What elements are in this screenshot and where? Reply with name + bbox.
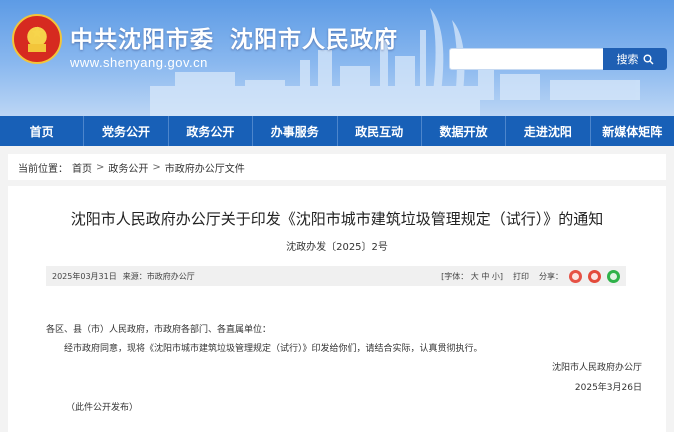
breadcrumb-separator: >	[96, 161, 105, 173]
star-icon: ★	[30, 23, 45, 42]
salutation: 各区、县（市）人民政府，市政府各部门、各直属单位：	[46, 325, 272, 335]
breadcrumb-label: 当前位置：	[18, 163, 68, 175]
emblem-gate-shape	[28, 44, 46, 52]
main-nav: 首页 党务公开 政务公开 办事服务 政民互动 数据开放 走进沈阳 新媒体矩阵	[0, 116, 674, 146]
article-panel: 沈阳市人民政府办公厅关于印发《沈阳市城市建筑垃圾管理规定（试行）》的通知 沈政办…	[8, 186, 666, 432]
site-title: 中共沈阳市委 沈阳市人民政府	[70, 20, 398, 54]
breadcrumb-link-home[interactable]: 首页	[72, 160, 92, 175]
article-title: 沈阳市人民政府办公厅关于印发《沈阳市城市建筑垃圾管理规定（试行）》的通知	[70, 210, 604, 228]
nav-item-home[interactable]: 首页	[0, 116, 85, 146]
nav-item-party-affairs[interactable]: 党务公开	[84, 116, 169, 146]
breadcrumb-link-office-documents[interactable]: 市政府办公厅文件	[165, 160, 245, 175]
publication-note: （此件公开发布）	[66, 403, 139, 413]
issuer-signature: 沈阳市人民政府办公厅	[551, 363, 642, 373]
nav-item-government-affairs[interactable]: 政务公开	[169, 116, 254, 146]
share-qzone-icon[interactable]	[569, 269, 582, 283]
font-size-label: [字体：	[441, 271, 469, 281]
nav-item-interaction[interactable]: 政民互动	[338, 116, 422, 146]
font-size-large-button[interactable]: 大	[471, 272, 479, 281]
nav-item-services[interactable]: 办事服务	[253, 116, 338, 146]
font-size-controls: [字体： 大 中 小]	[441, 271, 503, 282]
site-title-gov: 沈阳市人民政府	[230, 27, 398, 53]
search-icon	[643, 54, 653, 64]
site-url: www.shenyang.gov.cn	[70, 55, 208, 70]
site-header: ★ 中共沈阳市委 沈阳市人民政府 www.shenyang.gov.cn 搜索	[0, 0, 674, 116]
nav-item-new-media[interactable]: 新媒体矩阵	[591, 116, 674, 146]
font-size-medium-button[interactable]: 中	[481, 272, 489, 281]
search-button[interactable]: 搜索	[603, 48, 667, 70]
national-emblem-logo: ★	[12, 14, 62, 64]
signature-date: 2025年3月26日	[574, 383, 642, 393]
nav-item-about-shenyang[interactable]: 走进沈阳	[506, 116, 591, 146]
share-label: 分享：	[539, 271, 563, 281]
site-title-party: 中共沈阳市委	[70, 27, 214, 53]
search-input[interactable]	[449, 48, 609, 70]
breadcrumb-link-government-affairs[interactable]: 政务公开	[108, 160, 148, 175]
nav-item-open-data[interactable]: 数据开放	[422, 116, 507, 146]
print-button[interactable]: 打印	[513, 271, 529, 282]
document-number: 沈政办发〔2025〕2号	[286, 242, 388, 253]
breadcrumb-separator: >	[152, 161, 161, 173]
article-meta-bar: 2025年03月31日 来源：市政府办公厅 [字体： 大 中 小] 打印 分享：	[46, 266, 626, 286]
share-controls: 分享：	[539, 269, 620, 283]
body-paragraph: 经市政府同意，现将《沈阳市城市建筑垃圾管理规定（试行）》印发给你们，请结合实际，…	[64, 344, 483, 354]
search-button-label: 搜索	[616, 53, 639, 66]
article-source: 来源：市政府办公厅	[122, 271, 195, 281]
share-wechat-icon[interactable]	[607, 269, 620, 283]
share-weibo-icon[interactable]	[588, 269, 601, 283]
publish-date: 2025年03月31日	[52, 271, 117, 281]
breadcrumb: 当前位置： 首页 > 政务公开 > 市政府办公厅文件	[8, 154, 666, 180]
font-size-small-button[interactable]: 小]	[492, 272, 503, 281]
